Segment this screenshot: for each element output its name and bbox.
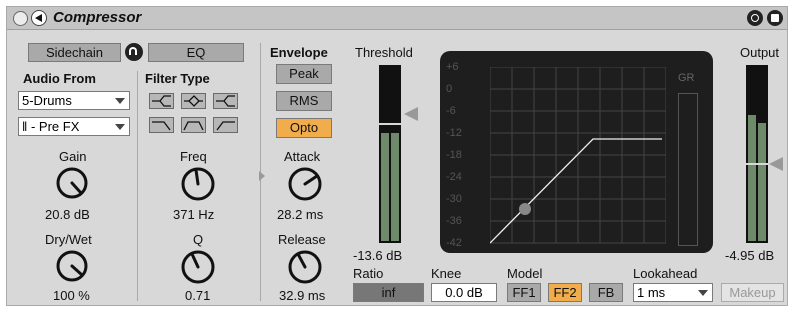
gain-knob[interactable] (54, 165, 90, 201)
filter-highpass2-button[interactable] (213, 117, 238, 133)
filter-bandpass-button[interactable] (181, 93, 206, 109)
drywet-knob[interactable] (54, 248, 90, 284)
lookahead-value: 1 ms (637, 285, 666, 300)
db-label: -6 (446, 105, 456, 117)
audio-from-label: Audio From (23, 71, 96, 86)
chevron-down-icon (115, 124, 125, 130)
level-dot (519, 203, 531, 215)
audio-tap-value: ǁ - Pre FX (22, 119, 80, 134)
freq-label: Freq (180, 149, 207, 164)
filter-highpass-button[interactable] (149, 93, 174, 109)
collapse-arrow-icon[interactable] (31, 10, 47, 26)
chevron-down-icon (115, 98, 125, 104)
attack-knob[interactable] (286, 165, 324, 203)
q-knob[interactable] (179, 248, 217, 286)
filter-lowpass-button[interactable] (149, 117, 174, 133)
db-label: -36 (446, 215, 462, 227)
output-value: -4.95 dB (725, 248, 775, 263)
db-label: +6 (446, 61, 459, 73)
envelope-peak-button[interactable]: Peak (276, 64, 332, 84)
expand-arrow-icon[interactable] (259, 171, 265, 181)
freq-value: 371 Hz (173, 207, 215, 222)
model-fb-button[interactable]: FB (589, 283, 623, 302)
gain-value: 20.8 dB (45, 207, 90, 222)
db-label: 0 (446, 83, 453, 95)
db-label: -42 (446, 237, 462, 249)
threshold-value: -13.6 dB (353, 248, 403, 263)
output-label: Output (740, 45, 780, 60)
attack-value: 28.2 ms (277, 207, 324, 222)
q-value: 0.71 (185, 288, 211, 303)
db-label: -18 (446, 149, 462, 161)
envelope-label: Envelope (270, 45, 328, 60)
gr-label: GR (678, 72, 695, 84)
threshold-slider-handle[interactable] (404, 107, 418, 121)
envelope-opto-button[interactable]: Opto (276, 118, 332, 138)
model-ff2-button[interactable]: FF2 (548, 283, 582, 302)
threshold-label: Threshold (355, 45, 413, 60)
drywet-value: 100 % (53, 288, 90, 303)
filter-notch-button[interactable] (213, 93, 238, 109)
headphones-icon[interactable] (125, 43, 143, 61)
divider (137, 71, 138, 301)
filter-type-label: Filter Type (145, 71, 210, 86)
model-ff1-button[interactable]: FF1 (507, 283, 541, 302)
q-label: Q (193, 232, 204, 247)
attack-label: Attack (284, 149, 321, 164)
output-slider-handle[interactable] (769, 157, 783, 171)
lookahead-label: Lookahead (633, 266, 698, 281)
ratio-value[interactable]: inf (353, 283, 424, 302)
release-label: Release (278, 232, 326, 247)
audio-source-value: 5-Drums (22, 93, 72, 108)
audio-tap-select[interactable]: ǁ - Pre FX (18, 117, 130, 136)
save-preset-icon[interactable] (767, 10, 783, 26)
db-label: -24 (446, 171, 462, 183)
release-value: 32.9 ms (279, 288, 326, 303)
filter-bandpass2-button[interactable] (181, 117, 206, 133)
gain-label: Gain (59, 149, 87, 164)
makeup-button[interactable]: Makeup (721, 283, 784, 302)
eq-button[interactable]: EQ (148, 43, 244, 62)
release-knob[interactable] (286, 248, 324, 286)
drywet-label: Dry/Wet (45, 232, 92, 247)
transfer-curve-display[interactable]: +6 0 -6 -12 -18 -24 -30 -36 -42 GR (440, 51, 713, 253)
db-scale: +6 0 -6 -12 -18 -24 -30 -36 -42 (446, 61, 476, 249)
knee-field[interactable]: 0.0 dB (431, 283, 497, 302)
audio-source-select[interactable]: 5-Drums (18, 91, 130, 110)
freq-knob[interactable] (179, 165, 217, 203)
transfer-curve (490, 67, 666, 244)
hot-swap-icon[interactable] (747, 10, 763, 26)
chevron-down-icon (698, 290, 708, 296)
sidechain-button[interactable]: Sidechain (28, 43, 121, 62)
device-title: Compressor (53, 9, 142, 26)
db-label: -12 (446, 127, 462, 139)
device-activator-icon[interactable] (13, 11, 28, 26)
knee-label: Knee (431, 266, 462, 281)
db-label: -30 (446, 193, 462, 205)
ratio-label: Ratio (353, 266, 384, 281)
compressor-device: Compressor Sidechain EQ Audio From 5-Dru… (6, 6, 788, 306)
envelope-rms-button[interactable]: RMS (276, 91, 332, 111)
model-label: Model (507, 266, 543, 281)
gain-reduction-meter (678, 93, 698, 246)
output-meter (746, 65, 768, 243)
lookahead-select[interactable]: 1 ms (633, 283, 713, 302)
threshold-meter (379, 65, 401, 243)
title-bar: Compressor (7, 7, 787, 30)
